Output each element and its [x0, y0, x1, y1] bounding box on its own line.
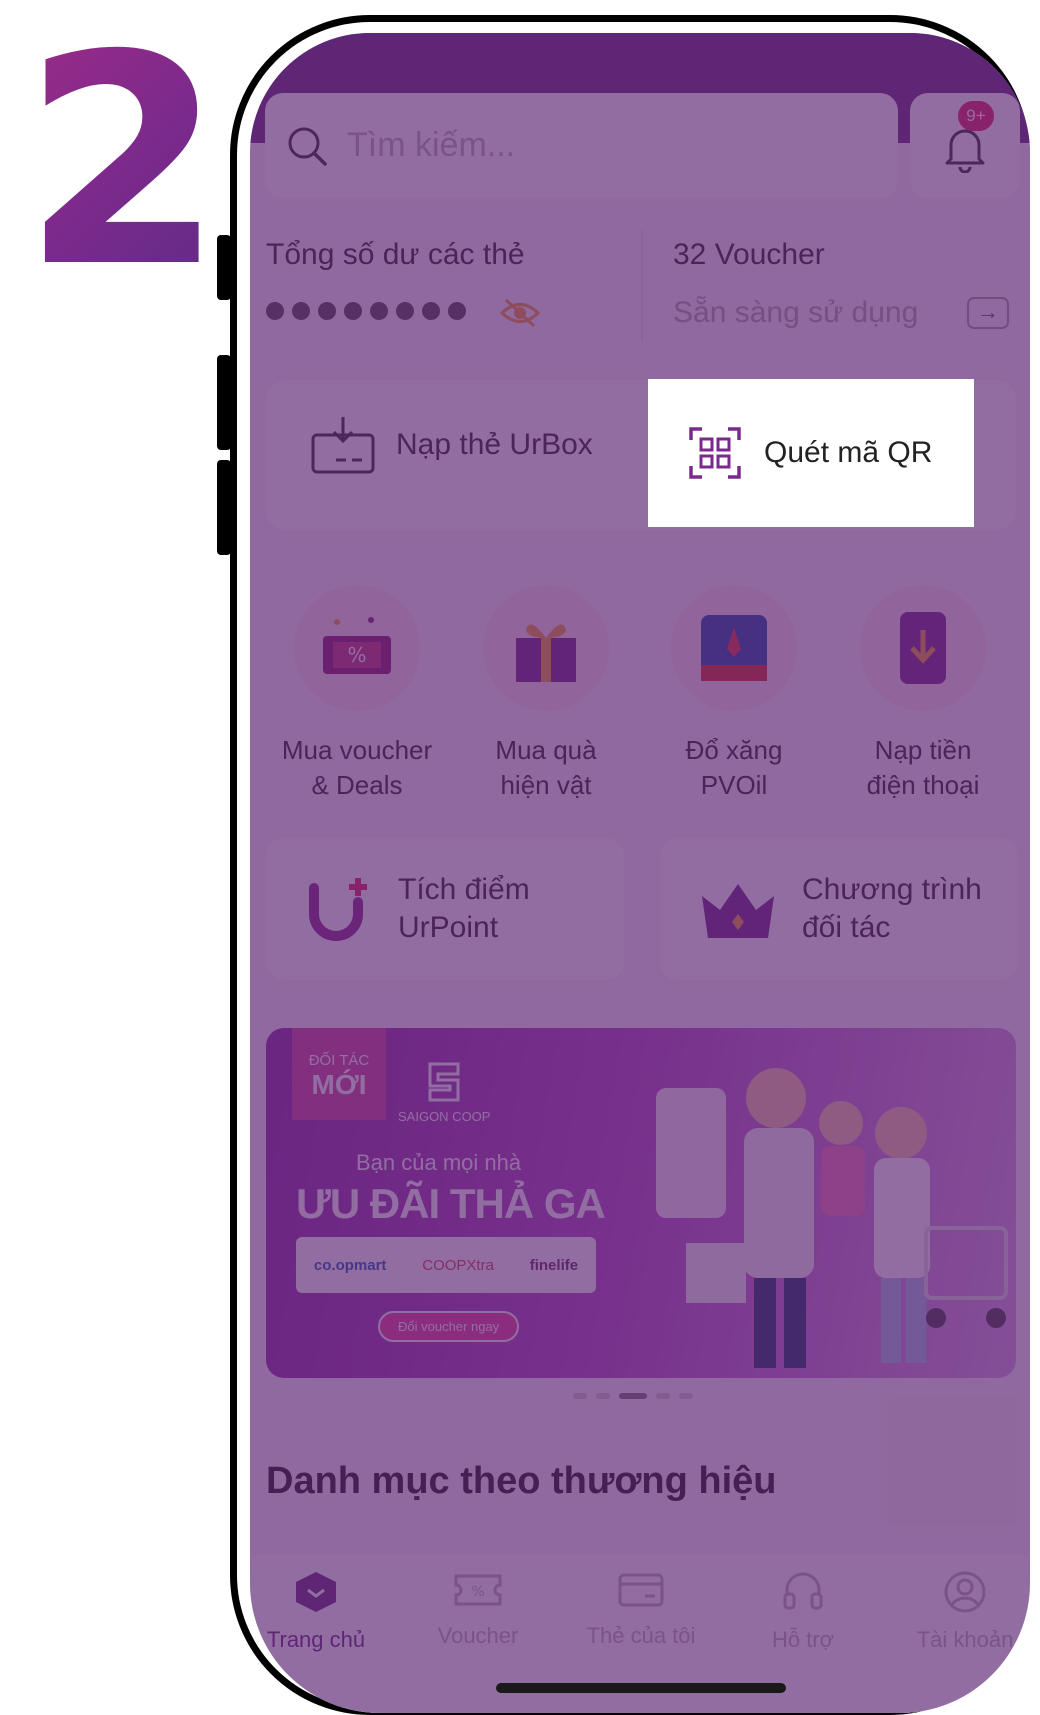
banner-subtitle: Bạn của mọi nhà	[356, 1150, 522, 1175]
qr-scan-icon	[689, 427, 741, 479]
voucher-count[interactable]: 32 Voucher	[673, 238, 825, 272]
search-icon	[288, 127, 327, 166]
tab-label: Hỗ trợ	[771, 1627, 835, 1652]
phone-side-button-mute	[217, 235, 231, 300]
phone-topup-icon	[900, 612, 946, 684]
headset-icon	[783, 1572, 823, 1610]
tab-label: Voucher	[437, 1623, 519, 1648]
service-label: Nạp tiền điện thoại	[866, 735, 980, 800]
balance-label: Tổng số dư các thẻ	[266, 238, 525, 271]
feature-label: Chương trình đối tác	[802, 873, 982, 944]
tab-my-cards[interactable]: Thẻ của tôi	[561, 1570, 721, 1649]
saigon-coop-logo-icon	[428, 1062, 460, 1102]
voucher-tab-icon: %	[454, 1574, 502, 1606]
bell-icon	[945, 129, 985, 173]
service-label: Mua quà hiện vật	[495, 735, 597, 800]
tab-label: Thẻ của tôi	[586, 1623, 696, 1648]
home-indicator[interactable]	[496, 1683, 786, 1693]
arrow-right-icon: →	[977, 299, 999, 324]
pvoil-icon	[701, 615, 767, 681]
promo-banner[interactable]: ĐỐI TÁC MỚI SAIGON COOP Bạn của mọi nhà …	[266, 1028, 1016, 1378]
phone-side-button-volume-up	[217, 355, 231, 450]
topup-card-icon	[311, 417, 375, 474]
banner-cta-button[interactable]: Đổi voucher ngay	[378, 1311, 520, 1342]
balance-divider	[641, 230, 643, 340]
svg-text:%: %	[347, 643, 366, 667]
urpoint-icon	[309, 878, 367, 941]
user-icon	[944, 1571, 986, 1613]
tab-label: Trang chủ	[266, 1627, 366, 1652]
scan-qr-label: Quét mã QR	[764, 436, 933, 469]
svg-text:%: %	[471, 1584, 484, 1600]
topup-label: Nạp thẻ UrBox	[396, 428, 593, 461]
scan-qr-button[interactable]: Quét mã QR	[648, 379, 974, 527]
banner-title: ƯU ĐÃI THẢ GA	[296, 1180, 606, 1227]
tab-home[interactable]: Trang chủ	[250, 1570, 396, 1653]
app-screen: Tìm kiếm... 9+ Tổng số dư các thẻ 32 Vou…	[250, 33, 1030, 1713]
service-label: Mua voucher & Deals	[281, 735, 433, 800]
service-buy-voucher[interactable]: % Mua voucher & Deals	[277, 585, 437, 803]
tab-support[interactable]: Hỗ trợ	[723, 1570, 883, 1653]
service-phone-topup[interactable]: Nạp tiền điện thoại	[843, 585, 1003, 803]
banner-tag: ĐỐI TÁC MỚI	[292, 1028, 386, 1120]
tab-voucher[interactable]: % Voucher	[398, 1570, 558, 1649]
eye-off-icon[interactable]	[500, 298, 540, 328]
feature-label: Tích điểm UrPoint	[398, 873, 530, 944]
step-number: 2	[22, 0, 224, 331]
voucher-status: Sẵn sàng sử dụng	[673, 296, 919, 329]
crown-icon	[702, 884, 774, 938]
topup-urbox-button[interactable]: Nạp thẻ UrBox	[310, 415, 593, 475]
feature-urpoint[interactable]: Tích điểm UrPoint	[266, 838, 624, 980]
notification-badge: 9+	[958, 101, 994, 131]
balance-masked-value	[266, 302, 466, 320]
card-icon	[618, 1573, 664, 1607]
service-label: Đổ xăng PVOil	[685, 735, 783, 800]
carousel-indicator[interactable]	[573, 1393, 693, 1399]
banner-brand: SAIGON COOP	[398, 1058, 490, 1124]
home-icon	[296, 1572, 336, 1612]
voucher-arrow-button[interactable]: →	[967, 297, 1009, 329]
tab-account[interactable]: Tài khoản	[885, 1570, 1030, 1653]
search-placeholder: Tìm kiếm...	[347, 126, 516, 164]
banner-partner-logos: co.opmart COOPXtra finelife	[296, 1237, 596, 1293]
phone-side-button-volume-down	[217, 460, 231, 555]
section-title: Danh mục theo thương hiệu	[266, 1460, 777, 1502]
family-shopping-illustration	[656, 1068, 1008, 1368]
gift-icon	[516, 624, 576, 682]
voucher-icon: %	[323, 617, 391, 674]
feature-partner-program[interactable]: Chương trình đối tác	[660, 838, 1018, 980]
service-pvoil[interactable]: Đổ xăng PVOil	[654, 585, 814, 803]
search-input[interactable]: Tìm kiếm...	[265, 93, 898, 198]
service-buy-gift[interactable]: Mua quà hiện vật	[466, 585, 626, 803]
tab-label: Tài khoản	[916, 1627, 1014, 1652]
